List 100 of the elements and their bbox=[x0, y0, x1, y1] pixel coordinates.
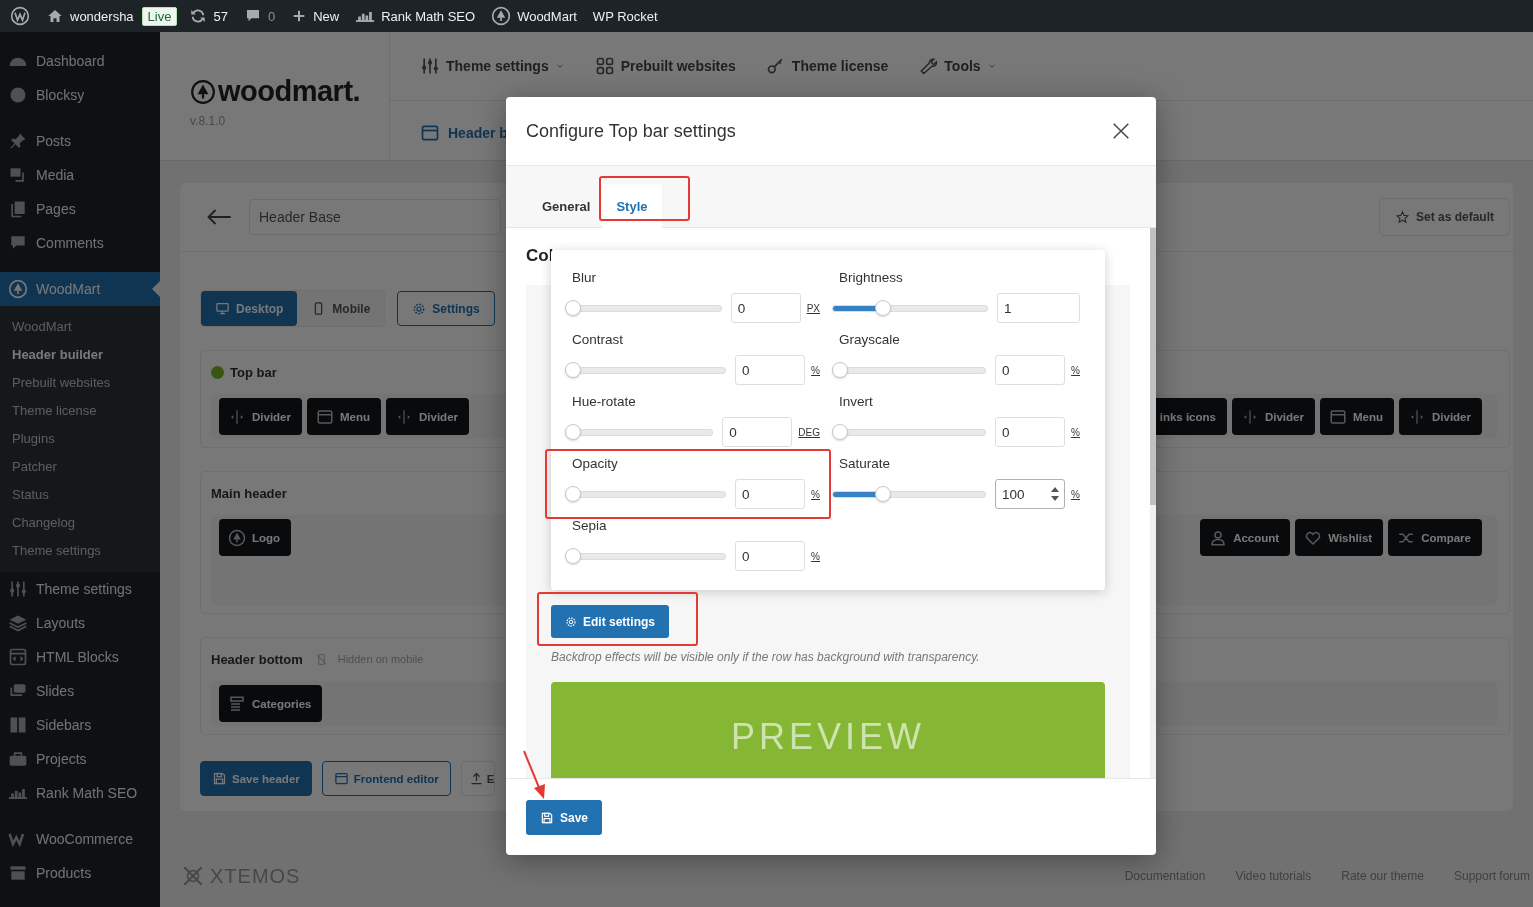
menu-item[interactable]: Products bbox=[0, 856, 160, 890]
site-link[interactable]: wondersha bbox=[38, 0, 142, 32]
submenu-item[interactable]: Prebuilt websites bbox=[0, 369, 160, 397]
list-icon bbox=[228, 694, 246, 713]
number-field[interactable]: 0 bbox=[730, 293, 801, 323]
number-field[interactable]: 0 bbox=[735, 355, 806, 385]
slider-thumb[interactable] bbox=[565, 548, 581, 564]
header-element[interactable]: Menu bbox=[307, 398, 382, 435]
dialog-title: Configure Top bar settings bbox=[526, 120, 736, 142]
field-label: Blur bbox=[572, 270, 597, 286]
field-label: Invert bbox=[839, 394, 874, 410]
header-element[interactable]: Divider bbox=[219, 398, 302, 435]
tree-logo-icon bbox=[190, 78, 216, 105]
menu-item[interactable]: HTML Blocks bbox=[0, 640, 160, 674]
header-element[interactable]: Divider bbox=[386, 398, 470, 435]
set-default-button[interactable]: Set as default bbox=[1378, 198, 1510, 236]
header-element[interactable]: Menu bbox=[1319, 398, 1394, 435]
submenu-item[interactable]: WoodMart bbox=[0, 313, 160, 341]
phone-crossed-icon bbox=[314, 652, 328, 666]
slider-thumb[interactable] bbox=[875, 300, 892, 316]
submenu-item[interactable]: Status bbox=[0, 481, 160, 509]
close-button[interactable] bbox=[1110, 120, 1132, 142]
new-link[interactable]: New bbox=[283, 0, 348, 32]
menu-item[interactable]: Layouts bbox=[0, 606, 160, 640]
circle-logo-icon bbox=[10, 6, 30, 26]
number-field[interactable]: 0 bbox=[722, 417, 793, 447]
menu-item[interactable]: WooCommerce bbox=[0, 822, 160, 856]
menu-item[interactable]: Blocksy bbox=[0, 78, 160, 112]
nav-link[interactable]: Theme settings bbox=[420, 56, 565, 76]
nav-link[interactable]: Theme license bbox=[765, 56, 889, 76]
action-button[interactable]: E bbox=[460, 761, 496, 796]
nav-link[interactable]: Prebuilt websites bbox=[594, 56, 736, 76]
submenu-item[interactable]: Theme settings bbox=[0, 537, 160, 565]
header-element[interactable]: Divider bbox=[1231, 398, 1315, 435]
slider-thumb[interactable] bbox=[565, 300, 581, 316]
tree-logo-icon bbox=[228, 528, 246, 547]
device-tab[interactable]: Desktop bbox=[201, 291, 298, 326]
settings-button[interactable]: Settings bbox=[397, 291, 495, 326]
tab[interactable]: Style bbox=[602, 184, 662, 228]
bar-chart-icon bbox=[8, 787, 28, 799]
menu-item[interactable]: Pages bbox=[0, 192, 160, 226]
slider-thumb[interactable] bbox=[565, 362, 581, 378]
code-window-icon bbox=[8, 647, 28, 667]
menu-item[interactable]: Rank Math SEO bbox=[0, 776, 160, 810]
menu-item[interactable]: Projects bbox=[0, 742, 160, 776]
toolbar-link[interactable]: WP Rocket bbox=[584, 0, 666, 32]
header-element[interactable]: Divider bbox=[1399, 398, 1482, 435]
number-field[interactable]: 100 bbox=[995, 479, 1066, 509]
submenu-item[interactable]: Patcher bbox=[0, 453, 160, 481]
menu-item[interactable]: Sidebars bbox=[0, 708, 160, 742]
menu-item[interactable]: Posts bbox=[0, 124, 160, 158]
menu-item[interactable]: WoodMart bbox=[0, 272, 160, 306]
number-field[interactable]: 0 bbox=[995, 355, 1066, 385]
tab[interactable]: General bbox=[526, 184, 595, 228]
action-button[interactable]: Frontend editor bbox=[321, 761, 451, 796]
field-label: Grayscale bbox=[839, 332, 901, 348]
submenu-item[interactable]: Header builder bbox=[0, 341, 160, 369]
edit-settings-button[interactable]: Edit settings bbox=[551, 605, 669, 638]
scrollbar[interactable] bbox=[1150, 228, 1156, 778]
settings-icon bbox=[412, 301, 427, 316]
save-button[interactable]: Save bbox=[526, 800, 603, 835]
submenu-item[interactable]: Changelog bbox=[0, 509, 160, 537]
slider-thumb[interactable] bbox=[565, 486, 581, 502]
number-field[interactable]: 0 bbox=[995, 417, 1066, 447]
nav-link[interactable]: Tools bbox=[918, 56, 997, 76]
number-field[interactable]: 0 bbox=[735, 479, 806, 509]
action-button[interactable]: Save header bbox=[200, 761, 312, 796]
header-element[interactable]: Wishlist bbox=[1295, 519, 1384, 556]
menu-item[interactable]: Media bbox=[0, 158, 160, 192]
columns-icon bbox=[8, 715, 28, 735]
wrench-icon bbox=[918, 56, 939, 76]
number-field[interactable]: 0 bbox=[735, 541, 806, 571]
settings-icon bbox=[565, 615, 577, 628]
toolbar-link[interactable]: Rank Math SEO bbox=[347, 0, 484, 32]
scrollbar-thumb[interactable] bbox=[1150, 228, 1156, 505]
menu-item[interactable]: Slides bbox=[0, 674, 160, 708]
menu-item[interactable]: Dashboard bbox=[0, 44, 160, 78]
header-element[interactable]: Account bbox=[1200, 519, 1291, 556]
submenu-item[interactable]: Theme license bbox=[0, 397, 160, 425]
header-name-field[interactable]: Header Base bbox=[249, 199, 501, 235]
device-tab[interactable]: Mobile bbox=[297, 291, 385, 326]
slider-thumb[interactable] bbox=[874, 486, 891, 502]
toolbar-link[interactable]: WoodMart bbox=[483, 0, 585, 32]
pin-icon bbox=[8, 131, 28, 151]
menu-item[interactable]: Comments bbox=[0, 226, 160, 260]
header-element[interactable]: Categories bbox=[219, 685, 323, 722]
submenu-item[interactable]: Plugins bbox=[0, 425, 160, 453]
slider-thumb[interactable] bbox=[832, 424, 848, 440]
unit-label: PX bbox=[806, 302, 820, 314]
unit-label: % bbox=[811, 364, 820, 376]
sliders-icon bbox=[420, 56, 440, 76]
comments-link[interactable]: 0 bbox=[235, 0, 284, 32]
header-element[interactable]: Compare bbox=[1388, 519, 1482, 556]
number-field[interactable]: 1 bbox=[997, 293, 1080, 323]
updates-link[interactable]: 57 bbox=[181, 0, 236, 32]
menu-item[interactable]: Theme settings bbox=[0, 572, 160, 606]
header-element[interactable]: Logo bbox=[219, 519, 292, 556]
window-icon bbox=[420, 123, 440, 143]
slider-thumb[interactable] bbox=[565, 424, 581, 440]
slider-thumb[interactable] bbox=[832, 362, 848, 378]
